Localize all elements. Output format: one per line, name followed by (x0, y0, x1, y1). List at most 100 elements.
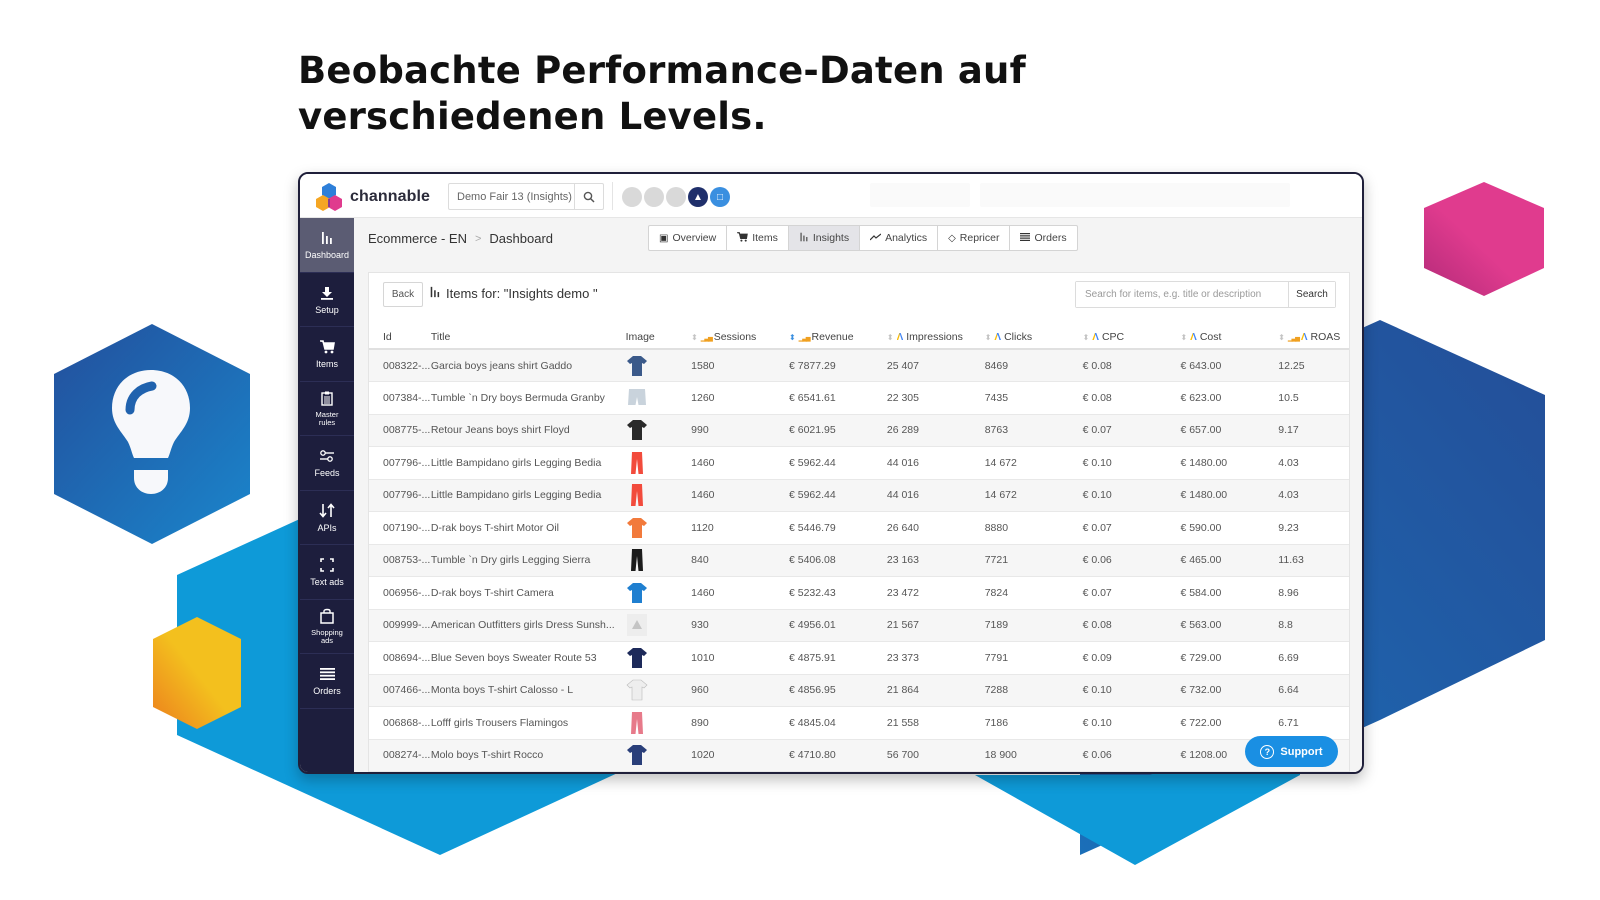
cell-impressions: 26 289 (886, 414, 985, 447)
cell-revenue: € 6021.95 (789, 414, 887, 447)
column-header-cost[interactable]: ⬍ Λ Cost (1180, 325, 1279, 350)
sidebar-item-label: Setup (315, 304, 339, 315)
tab-items[interactable]: Items (727, 226, 789, 250)
item-search-button[interactable]: Search (1288, 282, 1335, 307)
table-row[interactable]: 008274-... Molo boys T-shirt Rocco 1020 € 4… (369, 739, 1349, 772)
cell-image (625, 381, 692, 415)
avatar-placeholder[interactable] (666, 187, 686, 207)
column-header-cpc[interactable]: ⬍ Λ CPC (1082, 325, 1181, 350)
table-row[interactable]: 008753-... Tumble `n Dry girls Legging Si… (369, 544, 1349, 577)
table-row[interactable]: 007384-... Tumble `n Dry boys Bermuda Gra… (369, 381, 1349, 415)
column-header-sessions[interactable]: ⬍ ▁▃▅ Sessions (691, 325, 789, 350)
column-header-roas[interactable]: ⬍ ▁▃▅ Λ ROAS (1278, 325, 1349, 350)
sort-icon[interactable]: ⬍ (1278, 333, 1285, 342)
cell-title: Tumble `n Dry girls Legging Sierra (430, 544, 626, 577)
tab-repricer[interactable]: ◇ Repricer (938, 226, 1011, 250)
avatar-placeholder[interactable] (622, 187, 642, 207)
sidebar: Dashboard Setup Items Master rules Feeds (300, 218, 354, 772)
sidebar-item-dashboard[interactable]: Dashboard (300, 218, 354, 273)
org-chart-icon[interactable]: ▲ (688, 187, 708, 207)
support-button[interactable]: ? Support (1245, 736, 1338, 767)
product-image-tshirt[interactable] (626, 677, 648, 703)
panel-title: Items for: "Insights demo " (429, 286, 598, 301)
tab-orders[interactable]: Orders (1010, 226, 1076, 250)
product-image-denim-shirt[interactable] (626, 353, 648, 379)
cell-sessions: 1460 (691, 446, 789, 480)
cell-roas: 6.64 (1278, 674, 1349, 707)
column-header-revenue[interactable]: ⬍ ▁▃▅ Revenue (789, 325, 887, 350)
cell-cost: € 1480.00 (1180, 446, 1279, 480)
project-selector[interactable]: Demo Fair 13 (Insights) (448, 183, 604, 210)
product-image-tshirt[interactable] (626, 580, 648, 606)
product-image-missing[interactable] (626, 612, 648, 638)
column-header-impressions[interactable]: ⬍ Λ Impressions (886, 325, 985, 350)
table-row[interactable]: 007796-... Little Bampidano girls Legging… (369, 479, 1349, 512)
cell-impressions: 44 016 (886, 446, 985, 480)
cell-id: 007796-... (369, 446, 431, 480)
avatar-placeholder[interactable] (644, 187, 664, 207)
cell-title: American Outfitters girls Dress Sunsh... (430, 609, 626, 642)
sidebar-item-items[interactable]: Items (300, 327, 354, 382)
sort-icon[interactable]: ⬍ (887, 333, 894, 342)
cell-title: Tumble `n Dry boys Bermuda Granby (430, 381, 626, 415)
table-row[interactable]: 007796-... Little Bampidano girls Legging… (369, 446, 1349, 480)
channable-logo[interactable]: channable (314, 182, 430, 212)
product-image-leggings[interactable] (626, 450, 648, 476)
product-image-sweater[interactable] (626, 645, 648, 671)
table-row[interactable]: 007466-... Monta boys T-shirt Calosso - L… (369, 674, 1349, 707)
tab-analytics[interactable]: Analytics (860, 226, 939, 250)
tab-insights[interactable]: Insights (788, 226, 861, 250)
item-search-input[interactable] (1076, 282, 1288, 307)
project-search-button[interactable] (574, 184, 603, 209)
download-icon (320, 284, 334, 302)
product-image-leggings[interactable] (626, 547, 648, 573)
tab-overview[interactable]: ▣ Overview (649, 226, 728, 250)
cell-image (625, 706, 692, 740)
table-row[interactable]: 006868-... Lofff girls Trousers Flamingos… (369, 706, 1349, 740)
sidebar-item-master-rules[interactable]: Master rules (300, 382, 354, 436)
product-image-tshirt[interactable] (626, 742, 648, 768)
items-table: Id Title Image ⬍ ▁▃▅ Sessions ⬍ ▁▃▅ Revenue ⬍ Λ Imp… (369, 325, 1349, 772)
sort-icon[interactable]: ⬍ (691, 333, 698, 342)
sidebar-item-text-ads[interactable]: Text ads (300, 545, 354, 600)
sort-icon[interactable]: ⬍ (1083, 333, 1090, 342)
sidebar-item-feeds[interactable]: Feeds (300, 436, 354, 491)
cell-cost: € 590.00 (1180, 511, 1279, 545)
table-row[interactable]: 009999-... American Outfitters girls Dres… (369, 609, 1349, 642)
sort-icon[interactable]: ⬍ (789, 333, 796, 342)
sidebar-item-orders[interactable]: Orders (300, 654, 354, 709)
table-row[interactable]: 007190-... D-rak boys T-shirt Motor Oil 11… (369, 511, 1349, 545)
column-header-clicks[interactable]: ⬍ Λ Clicks (984, 325, 1083, 350)
sidebar-item-shopping-ads[interactable]: Shopping ads (300, 600, 354, 654)
cell-id: 008322-... (369, 349, 431, 382)
cell-revenue: € 5232.43 (789, 576, 887, 610)
notes-icon[interactable]: □ (710, 187, 730, 207)
breadcrumb-current: Dashboard (489, 231, 554, 246)
bar-chart-icon (429, 286, 441, 301)
product-image-leggings[interactable] (626, 482, 648, 508)
product-image-tshirt[interactable] (626, 515, 648, 541)
cell-clicks: 7824 (984, 576, 1083, 610)
sort-icon[interactable]: ⬍ (1180, 333, 1187, 342)
table-row[interactable]: 008322-... Garcia boys jeans shirt Gaddo 1… (369, 349, 1349, 382)
product-image-shorts[interactable] (626, 385, 648, 411)
product-image-trousers[interactable] (626, 710, 648, 736)
cell-cost: € 729.00 (1180, 641, 1279, 675)
column-header-title: Title (430, 325, 626, 350)
google-ads-icon: Λ (1190, 331, 1197, 343)
table-row[interactable]: 008694-... Blue Seven boys Sweater Route … (369, 641, 1349, 675)
sidebar-item-label: Items (315, 359, 338, 370)
table-row[interactable]: 008775-... Retour Jeans boys shirt Floyd 9… (369, 414, 1349, 447)
product-image-jacket[interactable] (626, 417, 648, 443)
table-row[interactable]: 006956-... D-rak boys T-shirt Camera 1460 €… (369, 576, 1349, 610)
cell-revenue: € 4875.91 (789, 641, 887, 675)
back-button[interactable]: Back (383, 282, 423, 307)
tab-label: Orders (1034, 232, 1067, 244)
sidebar-item-apis[interactable]: APIs (300, 491, 354, 545)
sidebar-item-setup[interactable]: Setup (300, 273, 354, 327)
cell-impressions: 21 567 (886, 609, 985, 642)
cell-roas: 10.5 (1278, 381, 1349, 415)
column-header-image: Image (625, 325, 692, 350)
sort-icon[interactable]: ⬍ (985, 333, 992, 342)
breadcrumb-parent[interactable]: Ecommerce - EN (368, 231, 467, 246)
